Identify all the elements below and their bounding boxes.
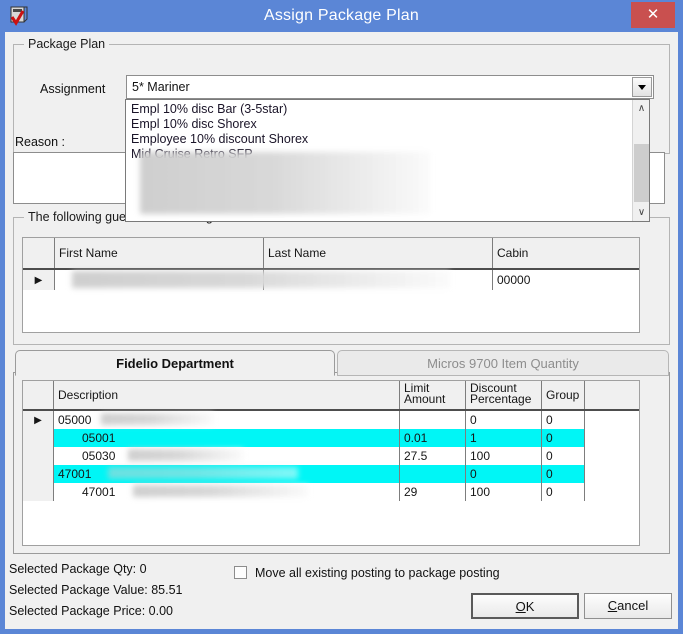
dept-cell-description[interactable]: 47001 — [54, 465, 400, 483]
table-row[interactable]: ▶ 00000 — [23, 270, 639, 290]
list-item[interactable] — [126, 162, 631, 177]
guests-cell-cabin[interactable]: 00000 — [493, 270, 639, 290]
dept-col-group: Group — [542, 381, 585, 409]
cancel-button[interactable]: Cancel — [584, 593, 672, 619]
dept-col-discount-percentage: Discount Percentage — [466, 381, 542, 409]
guests-row-selector[interactable]: ▶ — [23, 270, 55, 290]
dept-cell-discount-percentage[interactable]: 100 — [466, 483, 542, 501]
selected-package-price: Selected Package Price: 0.00 — [9, 604, 173, 618]
assignment-label: Assignment — [40, 82, 106, 96]
table-row[interactable]: ▶ 05000 0 0 — [23, 411, 639, 429]
dept-cell-discount-percentage[interactable]: 0 — [466, 465, 542, 483]
tab-micros-item-quantity[interactable]: Micros 9700 Item Quantity — [337, 350, 669, 376]
selected-package-value: Selected Package Value: 85.51 — [9, 583, 183, 597]
dept-cell-spacer — [585, 429, 639, 447]
package-plan-group-title: Package Plan — [24, 37, 110, 51]
scroll-down-icon[interactable]: ∨ — [633, 204, 649, 221]
dept-cell-spacer — [585, 411, 639, 429]
table-row[interactable]: 47001 29 100 0 — [23, 483, 639, 501]
dept-col-spacer — [585, 381, 639, 409]
scrollbar-thumb[interactable] — [634, 144, 649, 202]
list-item[interactable] — [126, 192, 631, 207]
table-row[interactable]: 05001 0.01 1 0 — [23, 429, 639, 447]
guests-grid-header: First Name Last Name Cabin — [23, 238, 639, 270]
dept-cell-limit-amount[interactable]: 0.01 — [400, 429, 466, 447]
move-posting-checkbox[interactable] — [234, 566, 247, 579]
table-row[interactable]: 05030 27.5 100 0 — [23, 447, 639, 465]
dept-row-selector[interactable] — [23, 447, 54, 465]
dept-cell-group[interactable]: 0 — [542, 465, 585, 483]
move-posting-label: Move all existing posting to package pos… — [255, 566, 500, 580]
title-bar[interactable]: Assign Package Plan ✕ — [0, 0, 683, 32]
dept-cell-group[interactable]: 0 — [542, 447, 585, 465]
ok-button[interactable]: OK — [471, 593, 579, 619]
guests-col-cabin: Cabin — [493, 238, 639, 268]
dept-row-selector[interactable]: ▶ — [23, 411, 54, 429]
dept-row-selector[interactable] — [23, 483, 54, 501]
dept-cell-limit-amount[interactable] — [400, 465, 466, 483]
guests-col-selector — [23, 238, 55, 268]
list-item[interactable]: Empl 10% disc Bar (3-5star) — [126, 102, 631, 117]
list-item[interactable]: Employee 10% discount Shorex — [126, 132, 631, 147]
dept-col-limit-amount: Limit Amount — [400, 381, 466, 409]
dept-cell-description[interactable]: 05030 — [54, 447, 400, 465]
guests-col-last-name: Last Name — [264, 238, 493, 268]
guests-grid[interactable]: First Name Last Name Cabin ▶ 00000 — [22, 237, 640, 333]
table-row[interactable]: 47001 0 0 — [23, 465, 639, 483]
window-title: Assign Package Plan — [263, 7, 419, 24]
dept-cell-limit-amount[interactable] — [400, 411, 466, 429]
cancel-label-rest: ancel — [617, 598, 649, 613]
dept-cell-spacer — [585, 447, 639, 465]
dept-row-selector[interactable] — [23, 429, 54, 447]
dept-cell-description[interactable]: 05001 — [54, 429, 400, 447]
department-grid-header: Description Limit Amount Discount Percen… — [23, 381, 639, 411]
dept-cell-group[interactable]: 0 — [542, 411, 585, 429]
dept-cell-limit-amount[interactable]: 27.5 — [400, 447, 466, 465]
cancel-accel: C — [607, 598, 618, 613]
guests-cell-last-name[interactable] — [264, 270, 493, 290]
dept-col-selector — [23, 381, 54, 409]
list-item[interactable] — [126, 177, 631, 192]
chevron-down-icon[interactable] — [632, 77, 652, 97]
assignment-value: 5* Mariner — [132, 80, 190, 94]
scroll-up-icon[interactable]: ∧ — [633, 100, 649, 117]
dept-col-description: Description — [54, 381, 400, 409]
dept-cell-discount-percentage[interactable]: 1 — [466, 429, 542, 447]
reason-label: Reason : — [15, 135, 66, 149]
tab-fidelio-department[interactable]: Fidelio Department — [15, 350, 335, 376]
guests-col-first-name: First Name — [55, 238, 264, 268]
ok-label-rest: K — [525, 599, 535, 614]
dept-cell-spacer — [585, 483, 639, 501]
dept-cell-description[interactable]: 05000 — [54, 411, 400, 429]
dept-cell-description[interactable]: 47001 — [54, 483, 400, 501]
list-item[interactable]: Empl 10% disc Shorex — [126, 117, 631, 132]
dept-cell-group[interactable]: 0 — [542, 483, 585, 501]
dept-cell-group[interactable]: 0 — [542, 429, 585, 447]
dropdown-scrollbar[interactable]: ∧ ∨ — [632, 100, 649, 221]
ok-accel: O — [515, 599, 526, 614]
dept-cell-limit-amount[interactable]: 29 — [400, 483, 466, 501]
assignment-combobox[interactable]: 5* Mariner — [126, 75, 654, 99]
close-icon[interactable]: ✕ — [631, 2, 675, 28]
assignment-dropdown-list[interactable]: Empl 10% disc Bar (3-5star) Empl 10% dis… — [125, 99, 650, 222]
dept-cell-discount-percentage[interactable]: 100 — [466, 447, 542, 465]
list-item[interactable] — [126, 207, 631, 221]
dropdown-items: Empl 10% disc Bar (3-5star) Empl 10% dis… — [126, 102, 631, 221]
dept-cell-discount-percentage[interactable]: 0 — [466, 411, 542, 429]
dept-row-selector[interactable] — [23, 465, 54, 483]
guests-cell-first-name[interactable] — [55, 270, 264, 290]
dept-cell-spacer — [585, 465, 639, 483]
department-grid[interactable]: Description Limit Amount Discount Percen… — [22, 380, 640, 546]
list-item[interactable]: Mid Cruise Retro SFP — [126, 147, 631, 162]
assign-package-plan-window: Assign Package Plan ✕ Package Plan Assig… — [0, 0, 683, 634]
selected-package-qty: Selected Package Qty: 0 — [9, 562, 147, 576]
